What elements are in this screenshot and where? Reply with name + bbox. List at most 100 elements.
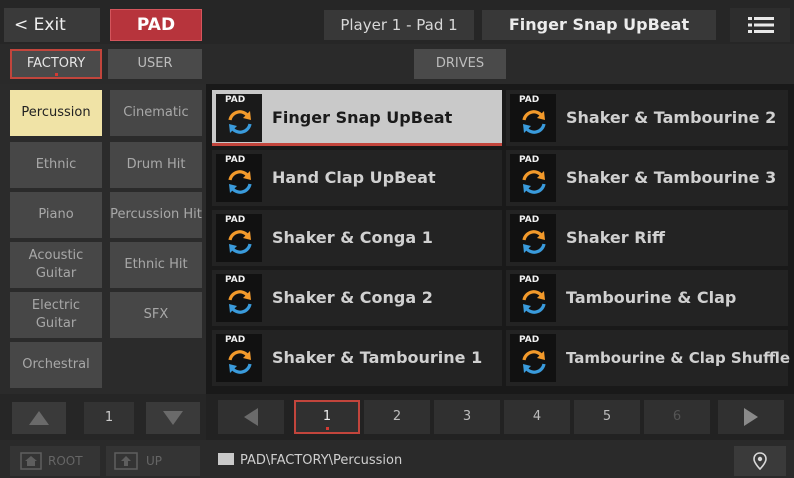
player-pad-label[interactable]: Player 1 - Pad 1 [324,10,474,40]
up-button[interactable]: UP [106,446,200,476]
category-ethnic[interactable]: Ethnic [10,142,102,188]
pad-name: Shaker & Conga 2 [272,288,433,307]
refresh-arrows-icon [228,290,252,314]
category-percussion[interactable]: Percussion [10,90,102,136]
pad-tag: PAD [519,335,540,345]
page-number: 1 [322,409,332,424]
pad-thumbnail: PAD [216,94,262,142]
pad-name: Shaker & Tambourine 2 [566,108,777,127]
pad-tag: PAD [225,95,246,105]
category-acoustic-guitar[interactable]: Acoustic Guitar [10,242,102,288]
page-6-button[interactable]: 6 [644,400,710,434]
category-percussion-hit[interactable]: Percussion Hit [110,192,202,238]
location-button[interactable] [734,446,786,476]
refresh-arrows-icon [522,350,546,374]
list-item[interactable]: PAD Shaker & Conga 1 [212,210,502,266]
pad-thumbnail: PAD [510,334,556,382]
pad-name: Shaker Riff [566,228,665,247]
tab-factory[interactable]: FACTORY [10,49,102,79]
pad-name: Hand Clap UpBeat [272,168,436,187]
status-bar: ROOT UP PAD\FACTORY\Percussion [0,440,794,478]
list-item[interactable]: PAD Tambourine & Clap Shuffle [506,330,790,386]
tab-user[interactable]: USER [108,49,202,79]
list-item[interactable]: PAD Shaker Riff [506,210,788,266]
category-page-down-button[interactable] [146,402,200,434]
category-page-number: 1 [84,402,134,434]
page-4-button[interactable]: 4 [504,400,570,434]
refresh-arrows-icon [522,230,546,254]
triangle-down-icon [163,411,183,425]
pad-thumbnail: PAD [216,274,262,322]
pad-tag: PAD [225,275,246,285]
page-3-button[interactable]: 3 [434,400,500,434]
category-orchestral[interactable]: Orchestral [10,342,102,388]
category-panel: Percussion Cinematic Ethnic Drum Hit Pia… [0,84,206,394]
category-sfx[interactable]: SFX [110,292,202,338]
category-pager: 1 [0,394,206,440]
pad-name: Shaker & Tambourine 1 [272,348,483,367]
category-piano[interactable]: Piano [10,192,102,238]
pad-thumbnail: PAD [216,214,262,262]
pad-tag: PAD [519,275,540,285]
tab-drives[interactable]: DRIVES [414,49,506,79]
refresh-arrows-icon [228,350,252,374]
list-item[interactable]: PAD Shaker & Conga 2 [212,270,502,326]
exit-button[interactable]: < Exit [4,8,100,42]
page-5-button[interactable]: 5 [574,400,640,434]
refresh-arrows-icon [228,230,252,254]
pad-list: PAD Finger Snap UpBeat PAD Shaker & Tamb… [206,84,794,394]
page-1-button[interactable]: 1 [294,400,360,434]
refresh-arrows-icon [522,290,546,314]
category-drum-hit[interactable]: Drum Hit [110,142,202,188]
folder-up-icon [114,452,138,470]
pad-tag: PAD [519,95,540,105]
location-pin-icon [753,452,767,470]
pad-thumbnail: PAD [510,94,556,142]
next-page-button[interactable] [718,400,784,434]
triangle-left-icon [244,408,258,426]
pad-thumbnail: PAD [216,154,262,202]
up-label: UP [146,454,163,468]
pad-thumbnail: PAD [216,334,262,382]
refresh-arrows-icon [522,170,546,194]
category-electric-guitar[interactable]: Electric Guitar [10,292,102,338]
selected-indicator [55,73,58,76]
path-text: PAD\FACTORY\Percussion [240,453,403,468]
pad-tag: PAD [519,155,540,165]
folder-icon [218,453,234,465]
pad-tag: PAD [225,215,246,225]
root-button[interactable]: ROOT [10,446,100,476]
list-item[interactable]: PAD Shaker & Tambourine 2 [506,90,788,146]
current-path: PAD\FACTORY\Percussion [218,446,402,476]
previous-page-button[interactable] [218,400,284,434]
pad-thumbnail: PAD [510,154,556,202]
pad-name: Finger Snap UpBeat [272,108,453,127]
category-cinematic[interactable]: Cinematic [110,90,202,136]
pad-name: Tambourine & Clap [566,288,737,307]
selected-pad-name: Finger Snap UpBeat [482,10,716,40]
pad-thumbnail: PAD [510,214,556,262]
triangle-up-icon [29,411,49,425]
menu-button[interactable] [730,8,790,42]
list-page-bar: 1 2 3 4 5 6 [206,394,794,440]
list-item[interactable]: PAD Tambourine & Clap [506,270,788,326]
list-item[interactable]: PAD Shaker & Tambourine 3 [506,150,788,206]
top-bar: < Exit PAD Player 1 - Pad 1 Finger Snap … [0,0,794,44]
list-item[interactable]: PAD Hand Clap UpBeat [212,150,502,206]
pad-name: Shaker & Tambourine 3 [566,168,777,187]
pad-thumbnail: PAD [510,274,556,322]
source-tab-bar: FACTORY USER DRIVES [0,44,794,84]
refresh-arrows-icon [522,110,546,134]
root-label: ROOT [48,454,83,468]
list-item[interactable]: PAD Finger Snap UpBeat [212,90,502,146]
category-ethnic-hit[interactable]: Ethnic Hit [110,242,202,288]
tab-factory-label: FACTORY [26,56,86,71]
pad-name: Tambourine & Clap Shuffle [566,349,790,367]
pad-mode-button[interactable]: PAD [110,9,202,41]
list-item[interactable]: PAD Shaker & Tambourine 1 [212,330,502,386]
pad-tag: PAD [519,215,540,225]
menu-icon [748,17,774,33]
category-page-up-button[interactable] [12,402,66,434]
page-2-button[interactable]: 2 [364,400,430,434]
triangle-right-icon [744,408,758,426]
